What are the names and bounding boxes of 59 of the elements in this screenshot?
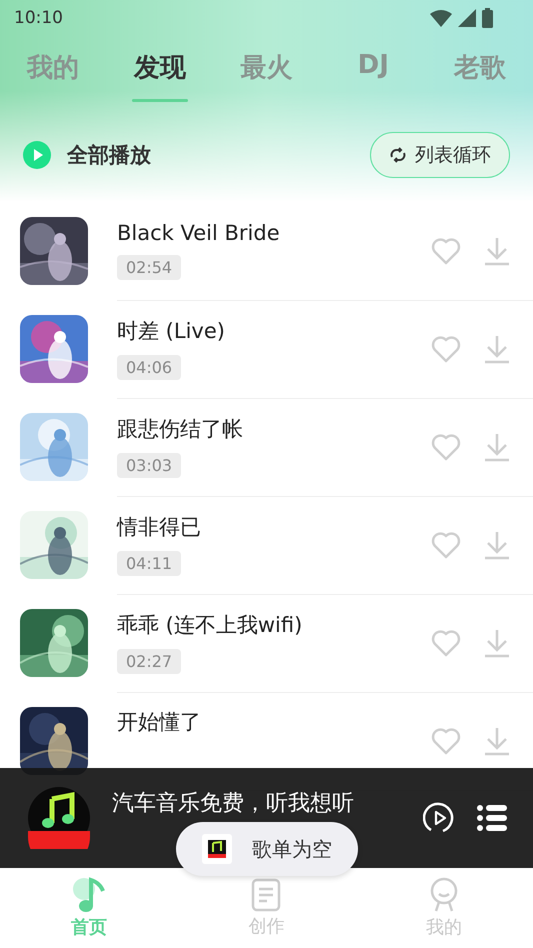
song-title: 跟悲伤结了帐 [117,416,243,443]
like-button[interactable] [431,726,461,754]
app-logo-icon [28,787,90,849]
download-icon [483,432,511,462]
download-button[interactable] [483,530,511,560]
category-tab[interactable]: 发现 [132,50,188,102]
player-title: 汽车音乐免费，听我想听 [112,790,355,818]
app-logo-icon [202,834,232,864]
like-button[interactable] [431,236,461,264]
category-tab[interactable]: 我的 [25,50,81,102]
song-duration: 04:06 [117,355,182,380]
signal-icon [458,9,476,27]
battery-icon [482,8,493,28]
loop-mode-button[interactable]: 列表循环 [370,132,510,178]
song-title: 开始懂了 [117,708,201,736]
heart-icon [431,530,461,558]
like-button[interactable] [431,334,461,362]
like-button[interactable] [431,530,461,558]
list-icon [477,805,507,831]
toast-message: 歌单为空 [252,836,332,862]
song-duration: 02:27 [117,649,182,674]
download-button[interactable] [483,236,511,266]
heart-icon [431,726,461,754]
song-duration: 03:03 [117,453,182,478]
song-title: 时差 (Live) [117,318,225,345]
music-note-icon [72,877,106,913]
repeat-icon [389,147,407,163]
category-tab[interactable]: 老歌 [452,50,508,102]
download-button[interactable] [483,432,511,462]
play-icon [23,141,51,169]
like-button[interactable] [431,432,461,460]
status-time: 10:10 [14,8,63,28]
heart-icon [431,628,461,656]
download-button[interactable] [483,334,511,364]
song-duration: 02:54 [117,255,182,280]
play-button[interactable] [423,802,455,834]
song-title: Black Veil Bride [117,221,280,245]
category-tab[interactable]: DJ [345,50,402,102]
playlist-button[interactable] [477,805,507,831]
download-icon [483,236,511,266]
heart-icon [431,236,461,264]
document-icon [251,878,282,912]
play-icon [423,802,455,834]
download-icon [483,530,511,560]
download-icon [483,334,511,364]
like-button[interactable] [431,628,461,656]
download-button[interactable] [483,726,511,756]
download-icon [483,726,511,756]
nav-tab[interactable]: 首页 [34,877,144,939]
song-title: 情非得已 [117,514,201,541]
heart-icon [431,334,461,362]
play-all-button[interactable]: 全部播放 [23,141,151,169]
wifi-icon [430,10,452,26]
heart-icon [431,432,461,460]
song-duration: 04:11 [117,551,182,576]
category-tab[interactable]: 最火 [238,50,294,102]
download-button[interactable] [483,628,511,658]
song-title: 乖乖 (连不上我wifi) [117,612,302,639]
download-icon [483,628,511,658]
